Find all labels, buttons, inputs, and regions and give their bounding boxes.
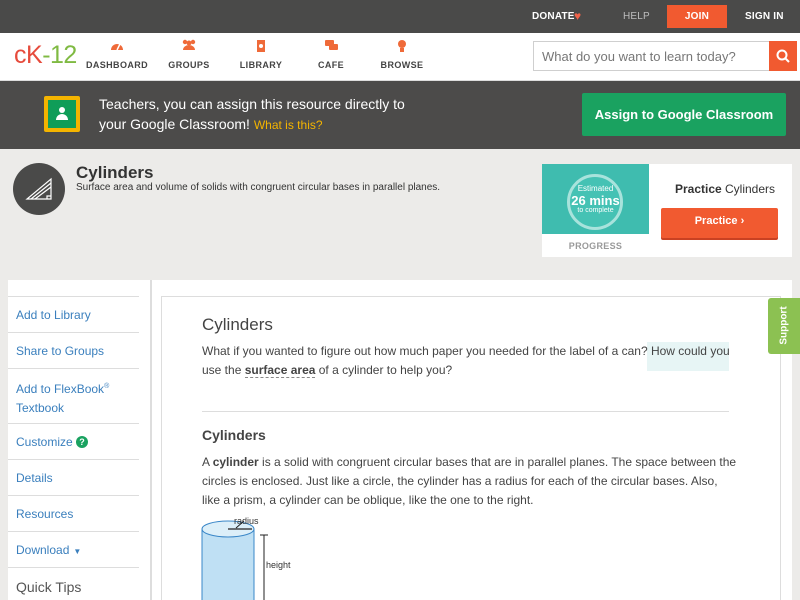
section-divider xyxy=(202,411,729,412)
top-utility-bar: DONATE ♥ HELP JOIN SIGN IN xyxy=(0,0,800,33)
to-complete-label: to complete xyxy=(577,207,614,214)
section-body: A cylinder is a solid with congruent cir… xyxy=(202,453,737,510)
library-icon xyxy=(226,39,296,55)
concept-subtitle: Surface area and volume of solids with c… xyxy=(76,182,441,193)
concept-sidebar: Add to Library Share to Groups Add to Fl… xyxy=(8,296,139,600)
concept-title: Cylinders xyxy=(76,163,154,182)
download-label: Download xyxy=(16,543,70,557)
practice-title-bold: Practice xyxy=(674,182,722,196)
body-text-a: A xyxy=(202,455,213,469)
nav-library[interactable]: LIBRARY xyxy=(226,39,296,70)
cylinder-figure xyxy=(201,520,268,600)
surface-area-term[interactable]: surface area xyxy=(244,363,316,378)
customize-link[interactable]: Customize ? xyxy=(8,423,139,459)
search-icon xyxy=(776,49,790,63)
support-tab[interactable]: Support xyxy=(768,298,800,354)
share-to-groups-link[interactable]: Share to Groups xyxy=(8,332,139,368)
chevron-right-icon: › xyxy=(740,215,745,227)
nav-library-label: LIBRARY xyxy=(239,60,283,70)
support-label: Support xyxy=(778,306,790,345)
progress-badge: Estimated 26 mins to complete xyxy=(542,164,649,234)
height-label: height xyxy=(266,560,291,570)
panel-divider xyxy=(150,280,152,600)
nav-dashboard[interactable]: DASHBOARD xyxy=(82,39,152,70)
caret-down-icon: ▼ xyxy=(73,547,82,556)
ck12-logo[interactable]: cK-12 xyxy=(14,41,77,70)
banner-message: Teachers, you can assign this resource d… xyxy=(99,94,439,135)
download-link[interactable]: Download ▼ xyxy=(8,531,139,567)
nav-groups-label: GROUPS xyxy=(168,60,210,70)
help-link[interactable]: HELP xyxy=(623,11,650,22)
banner-line1: Teachers, you can assign this resource d… xyxy=(99,96,405,112)
quick-tips-heading: Quick Tips xyxy=(8,567,139,600)
practice-button[interactable]: Practice › xyxy=(661,208,778,238)
what-is-this-link[interactable]: What is this? xyxy=(254,118,323,132)
progress-label: PROGRESS xyxy=(568,241,623,251)
sign-in-link[interactable]: SIGN IN xyxy=(745,11,784,22)
customize-label: Customize xyxy=(16,435,73,449)
google-classroom-icon xyxy=(44,96,80,132)
join-button[interactable]: JOIN xyxy=(667,5,727,28)
nav-browse[interactable]: BROWSE xyxy=(367,39,437,70)
radius-label: radius xyxy=(234,516,259,526)
nav-groups[interactable]: GROUPS xyxy=(154,39,224,70)
estimated-mins: 26 mins xyxy=(571,193,620,208)
search-button[interactable] xyxy=(769,41,797,71)
resources-link[interactable]: Resources xyxy=(8,495,139,531)
assign-google-classroom-button[interactable]: Assign to Google Classroom xyxy=(582,93,786,136)
body-text-b: is a solid with congruent circular bases… xyxy=(202,455,737,507)
add-to-flexbook-label: Add to FlexBook xyxy=(16,382,105,396)
section-title: Cylinders xyxy=(202,427,266,443)
logo-dash-text: - xyxy=(42,41,51,69)
heart-icon: ♥ xyxy=(574,9,582,23)
lightbulb-icon xyxy=(367,39,437,55)
cafe-icon xyxy=(296,39,366,55)
intro-text-b: of a cylinder to help you? xyxy=(315,363,453,377)
add-to-flexbook-link[interactable]: Add to FlexBook® Textbook xyxy=(8,368,139,423)
estimated-label: Estimated xyxy=(577,184,614,193)
add-to-library-link[interactable]: Add to Library xyxy=(8,296,139,332)
search-input[interactable] xyxy=(533,41,770,71)
textbook-label: Textbook xyxy=(16,401,65,415)
practice-title: Practice Cylinders xyxy=(660,182,790,196)
groups-icon xyxy=(154,39,224,55)
details-link[interactable]: Details xyxy=(8,459,139,495)
nav-cafe[interactable]: CAFE xyxy=(296,39,366,70)
logo-ck-text: cK xyxy=(14,41,43,69)
practice-card: Estimated 26 mins to complete PROGRESS P… xyxy=(542,164,792,257)
nav-cafe-label: CAFE xyxy=(317,60,345,70)
article-title: Cylinders xyxy=(202,315,273,334)
registered-mark: ® xyxy=(104,383,110,390)
practice-title-rest: Cylinders xyxy=(721,182,776,196)
practice-button-label: Practice xyxy=(694,215,738,227)
nav-dashboard-label: DASHBOARD xyxy=(85,60,149,70)
concept-geometry-icon xyxy=(13,163,65,215)
banner-line2: your Google Classroom! xyxy=(99,116,250,132)
google-classroom-banner: Teachers, you can assign this resource d… xyxy=(0,81,800,149)
main-navbar: cK-12 DASHBOARD GROUPS LIBRARY CAFE BROW… xyxy=(0,33,800,81)
nav-browse-label: BROWSE xyxy=(380,60,424,70)
dashboard-icon xyxy=(82,39,152,55)
cylinder-term: cylinder xyxy=(212,455,259,469)
donate-link[interactable]: DONATE xyxy=(532,11,575,22)
article-intro: What if you wanted to figure out how muc… xyxy=(202,342,732,380)
logo-num-text: 12 xyxy=(50,41,77,69)
help-icon[interactable]: ? xyxy=(76,436,89,448)
